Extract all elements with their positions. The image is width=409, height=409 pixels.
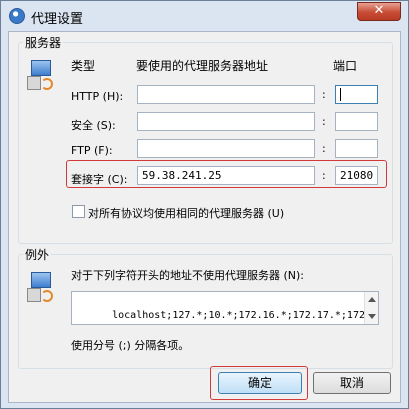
secure-label: 安全 (S): [71, 119, 116, 132]
exceptions-hint: 使用分号 (;) 分隔各项。 [71, 339, 190, 352]
dialog-body: 服务器 类型 要使用的代理服务器地址 端口 HTTP (H): : 安全 (S)… [8, 31, 401, 403]
ftp-port-input[interactable] [335, 139, 378, 158]
socks-address-input[interactable]: 59.38.241.25 [137, 166, 315, 185]
exceptions-description: 对于下列字符开头的地址不使用代理服务器 (N): [71, 269, 305, 282]
network-computer-icon [27, 270, 57, 306]
scroll-down-arrow-icon[interactable] [368, 314, 376, 319]
secure-address-input[interactable] [137, 112, 315, 131]
exceptions-scrollbar[interactable] [364, 292, 378, 324]
http-port-input[interactable] [335, 85, 378, 104]
secure-port-input[interactable] [335, 112, 378, 131]
exceptions-list-text: localhost;127.*;10.*;172.16.*;172.17.*;1… [76, 310, 379, 324]
socks-port-input[interactable]: 21080 [335, 166, 378, 185]
title-bar[interactable]: 代理设置 ✕ [1, 1, 408, 31]
column-header-type: 类型 [71, 59, 96, 73]
scroll-up-arrow-icon[interactable] [368, 297, 376, 302]
exceptions-group-title: 例外 [23, 246, 52, 263]
http-label: HTTP (H): [71, 90, 124, 103]
proxy-settings-dialog: 代理设置 ✕ 服务器 类型 要使用的代理服务器地址 端口 HTTP (H): :… [0, 0, 409, 409]
window-title: 代理设置 [31, 12, 84, 27]
socks-label: 套接字 (C): [71, 173, 128, 186]
http-colon: : [322, 88, 326, 101]
ftp-label: FTP (F): [71, 144, 113, 157]
http-address-input[interactable] [137, 85, 315, 104]
socks-colon: : [322, 169, 326, 182]
same-proxy-checkbox[interactable] [72, 205, 85, 218]
ftp-colon: : [322, 142, 326, 155]
column-header-port: 端口 [333, 59, 358, 73]
close-button[interactable]: ✕ [357, 2, 401, 21]
cancel-button[interactable]: 取消 [313, 372, 391, 394]
column-header-address: 要使用的代理服务器地址 [136, 59, 269, 73]
network-computer-icon [27, 58, 57, 94]
globe-icon [9, 8, 25, 24]
same-proxy-label[interactable]: 对所有协议均使用相同的代理服务器 (U) [88, 205, 284, 221]
exceptions-list[interactable]: localhost;127.*;10.*;172.16.*;172.17.*;1… [71, 291, 379, 325]
secure-colon: : [322, 115, 326, 128]
ok-button[interactable]: 确定 [218, 372, 302, 394]
servers-group-title: 服务器 [23, 34, 64, 51]
ftp-address-input[interactable] [137, 139, 315, 158]
text-caret [340, 88, 341, 101]
